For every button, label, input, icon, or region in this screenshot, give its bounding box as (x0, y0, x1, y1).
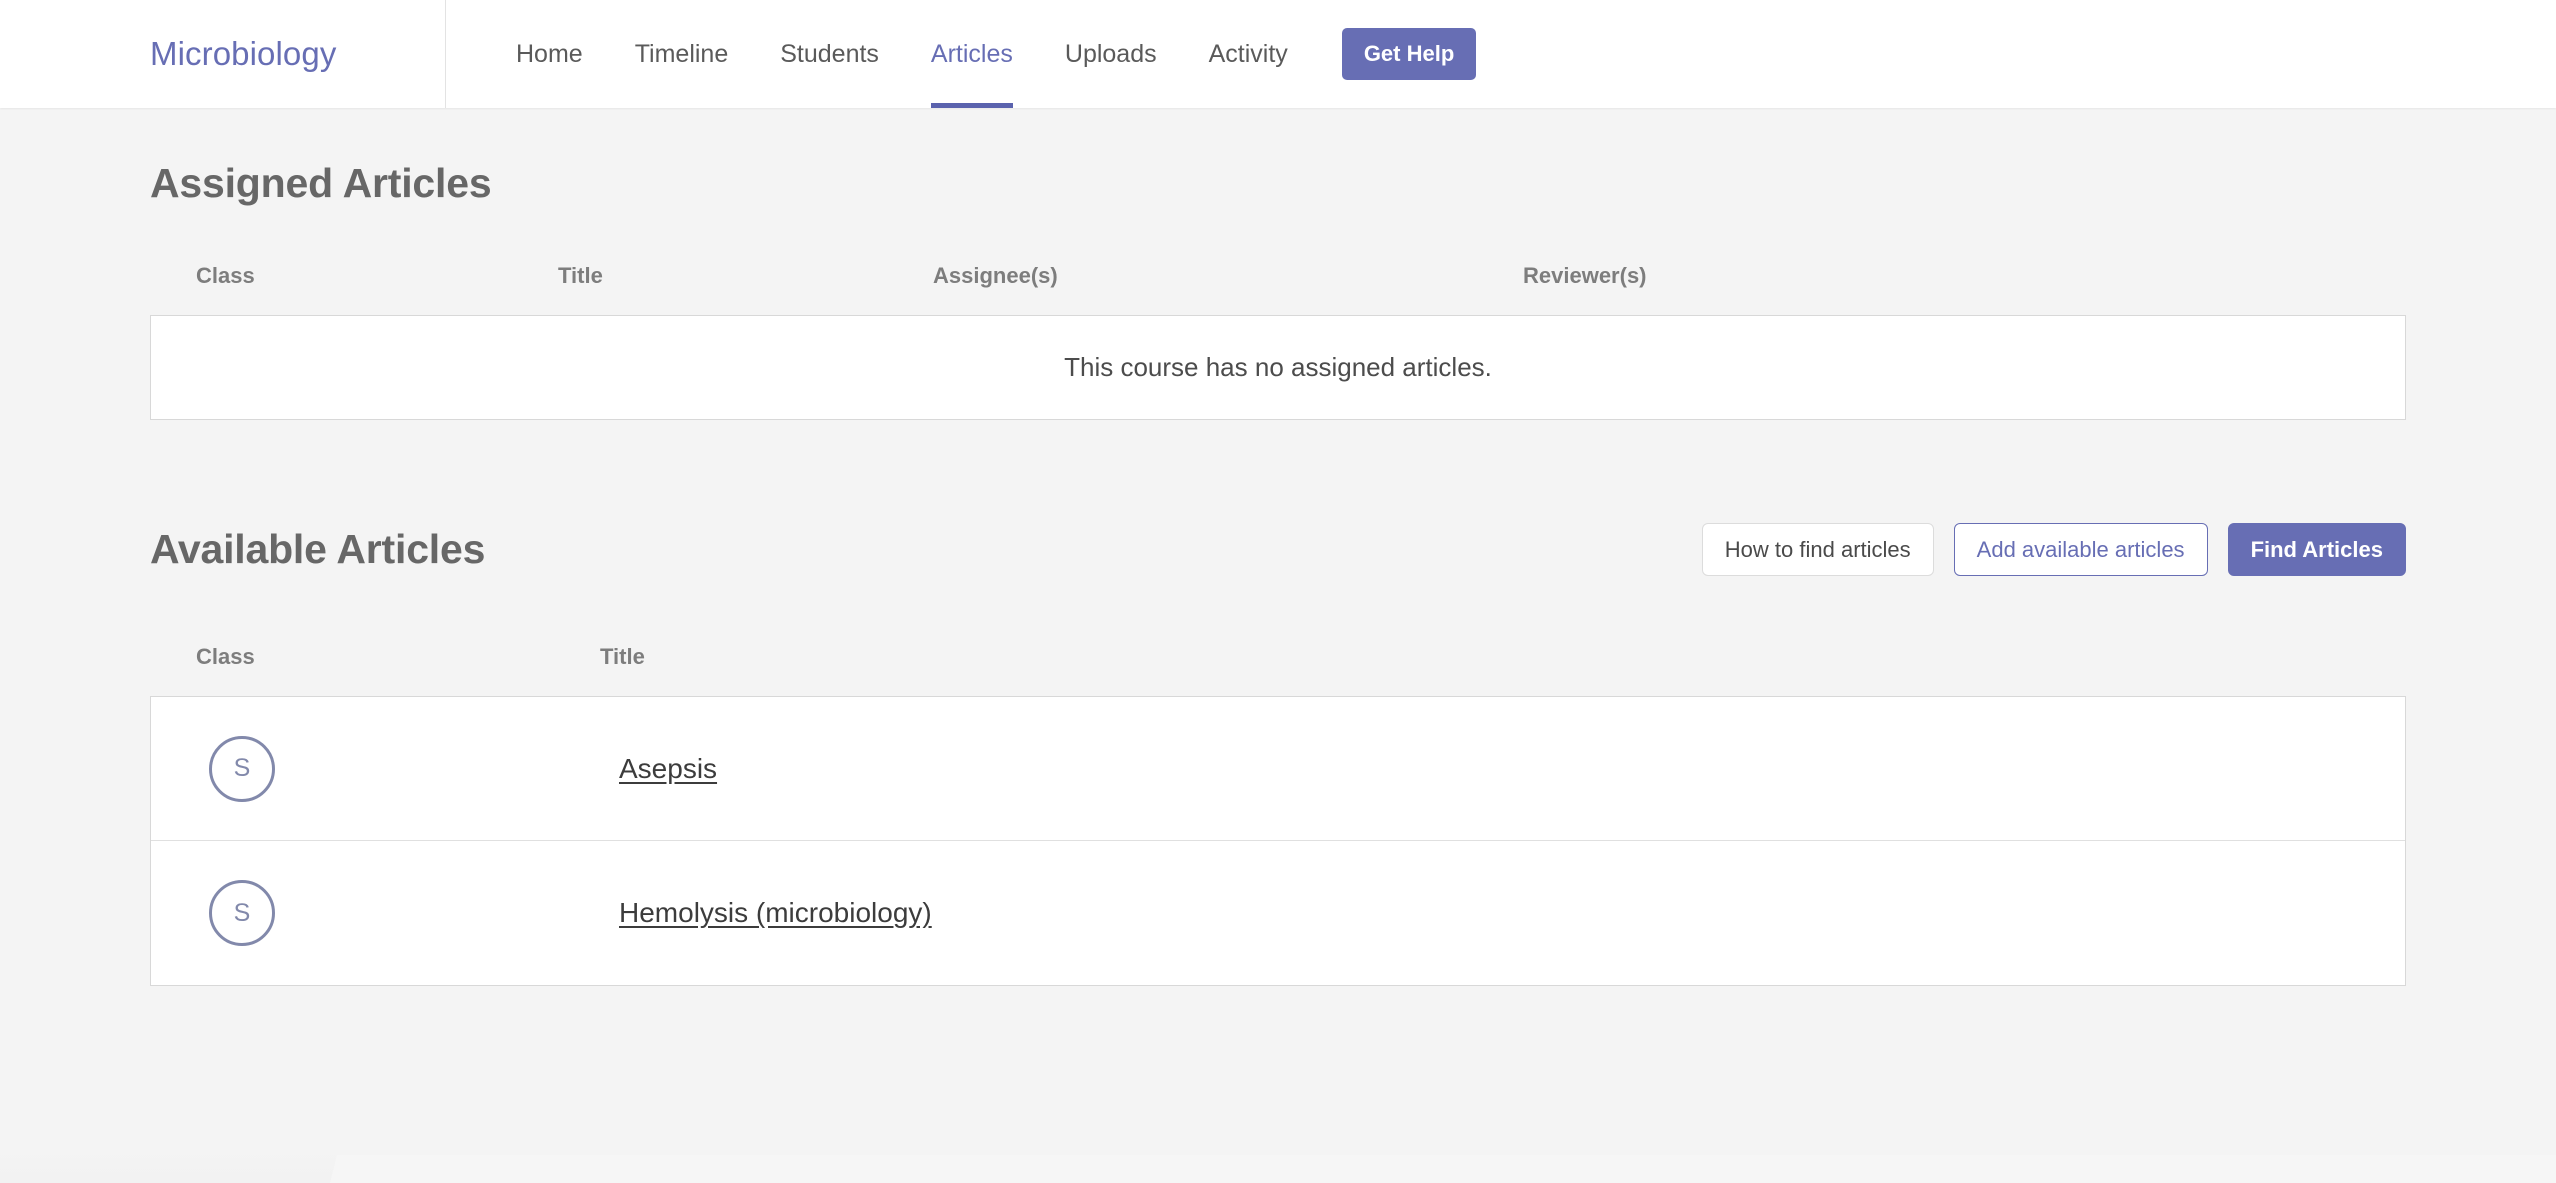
available-articles-section: Available Articles How to find articles … (150, 420, 2406, 987)
title-cell: Hemolysis (microbiology) (601, 897, 2405, 929)
class-badge-icon: S (209, 880, 275, 947)
find-articles-button[interactable]: Find Articles (2227, 523, 2406, 577)
brand-zone: Microbiology (0, 0, 446, 108)
available-articles-table: S Asepsis S Hemolysis (microbiology) (150, 696, 2406, 987)
assigned-col-title: Title (558, 263, 603, 288)
assigned-articles-table: This course has no assigned articles. (150, 315, 2406, 420)
nav-item-uploads[interactable]: Uploads (1039, 0, 1183, 108)
article-title-link[interactable]: Asepsis (619, 753, 717, 785)
class-cell: S (197, 735, 601, 802)
nav-item-articles[interactable]: Articles (905, 0, 1039, 108)
page-bottom-decoration (0, 1119, 2556, 1183)
available-articles-header: Available Articles How to find articles … (150, 420, 2406, 577)
brand-link[interactable]: Microbiology (150, 35, 336, 73)
assigned-table-header: Class Title Assignee(s) Reviewer(s) (150, 263, 2406, 315)
available-col-class: Class (196, 644, 255, 670)
assigned-col-reviewer: Reviewer(s) (1523, 263, 1647, 288)
assigned-articles-section: Assigned Articles Class Title Assignee(s… (150, 108, 2406, 420)
assigned-col-class: Class (196, 263, 255, 288)
bottom-panel-shape (330, 1155, 2556, 1183)
table-row[interactable]: S Hemolysis (microbiology) (151, 841, 2405, 985)
nav-item-students[interactable]: Students (754, 0, 905, 108)
add-available-articles-button[interactable]: Add available articles (1953, 523, 2208, 577)
class-cell: S (197, 880, 601, 947)
article-title-link[interactable]: Hemolysis (microbiology) (619, 897, 932, 929)
available-col-title: Title (600, 644, 645, 670)
table-row[interactable]: S Asepsis (151, 697, 2405, 842)
main-content: Assigned Articles Class Title Assignee(s… (0, 108, 2556, 987)
class-badge-icon: S (209, 735, 275, 802)
how-to-find-articles-button[interactable]: How to find articles (1701, 523, 1934, 577)
nav-item-timeline[interactable]: Timeline (609, 0, 755, 108)
title-cell: Asepsis (601, 753, 2405, 785)
assigned-articles-title: Assigned Articles (150, 160, 492, 206)
assigned-empty-state: This course has no assigned articles. (1064, 352, 1492, 382)
top-navbar: Microbiology Home Timeline Students Arti… (0, 0, 2556, 108)
nav-item-home[interactable]: Home (490, 0, 609, 108)
nav-links: Home Timeline Students Articles Uploads … (446, 0, 1477, 108)
available-articles-title: Available Articles (150, 526, 486, 573)
assigned-col-assignee: Assignee(s) (933, 263, 1058, 288)
available-articles-actions: How to find articles Add available artic… (1701, 523, 2406, 577)
nav-item-activity[interactable]: Activity (1183, 0, 1314, 108)
available-table-header: Class Title (150, 644, 2406, 696)
get-help-button[interactable]: Get Help (1341, 28, 1477, 80)
